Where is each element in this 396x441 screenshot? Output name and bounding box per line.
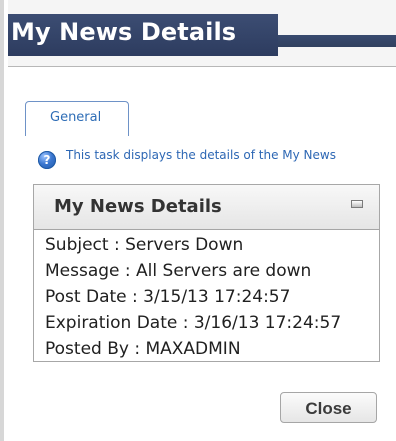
subject-text: Subject : Servers Down xyxy=(45,235,244,255)
task-description: This task displays the details of the My… xyxy=(66,148,336,162)
window-title: My News Details xyxy=(11,18,237,46)
tab-general-label: General xyxy=(50,110,102,125)
title-rule xyxy=(278,35,396,47)
expiration-date-text: Expiration Date : 3/16/13 17:24:57 xyxy=(45,313,342,333)
details-panel: My News Details Subject : Servers Down M… xyxy=(33,184,380,362)
help-icon: ? xyxy=(38,151,56,169)
details-panel-header: My News Details xyxy=(34,185,379,230)
message-text: Message : All Servers are down xyxy=(45,261,312,281)
title-bar: My News Details xyxy=(4,0,396,67)
tab-general[interactable]: General xyxy=(25,101,129,136)
my-news-details-dialog: My News Details General ? This task disp… xyxy=(0,0,396,441)
details-panel-title: My News Details xyxy=(54,196,222,217)
collapse-icon[interactable] xyxy=(351,200,363,208)
post-date-text: Post Date : 3/15/13 17:24:57 xyxy=(45,287,291,307)
close-button[interactable]: Close xyxy=(280,392,377,423)
posted-by-text: Posted By : MAXADMIN xyxy=(45,339,241,359)
